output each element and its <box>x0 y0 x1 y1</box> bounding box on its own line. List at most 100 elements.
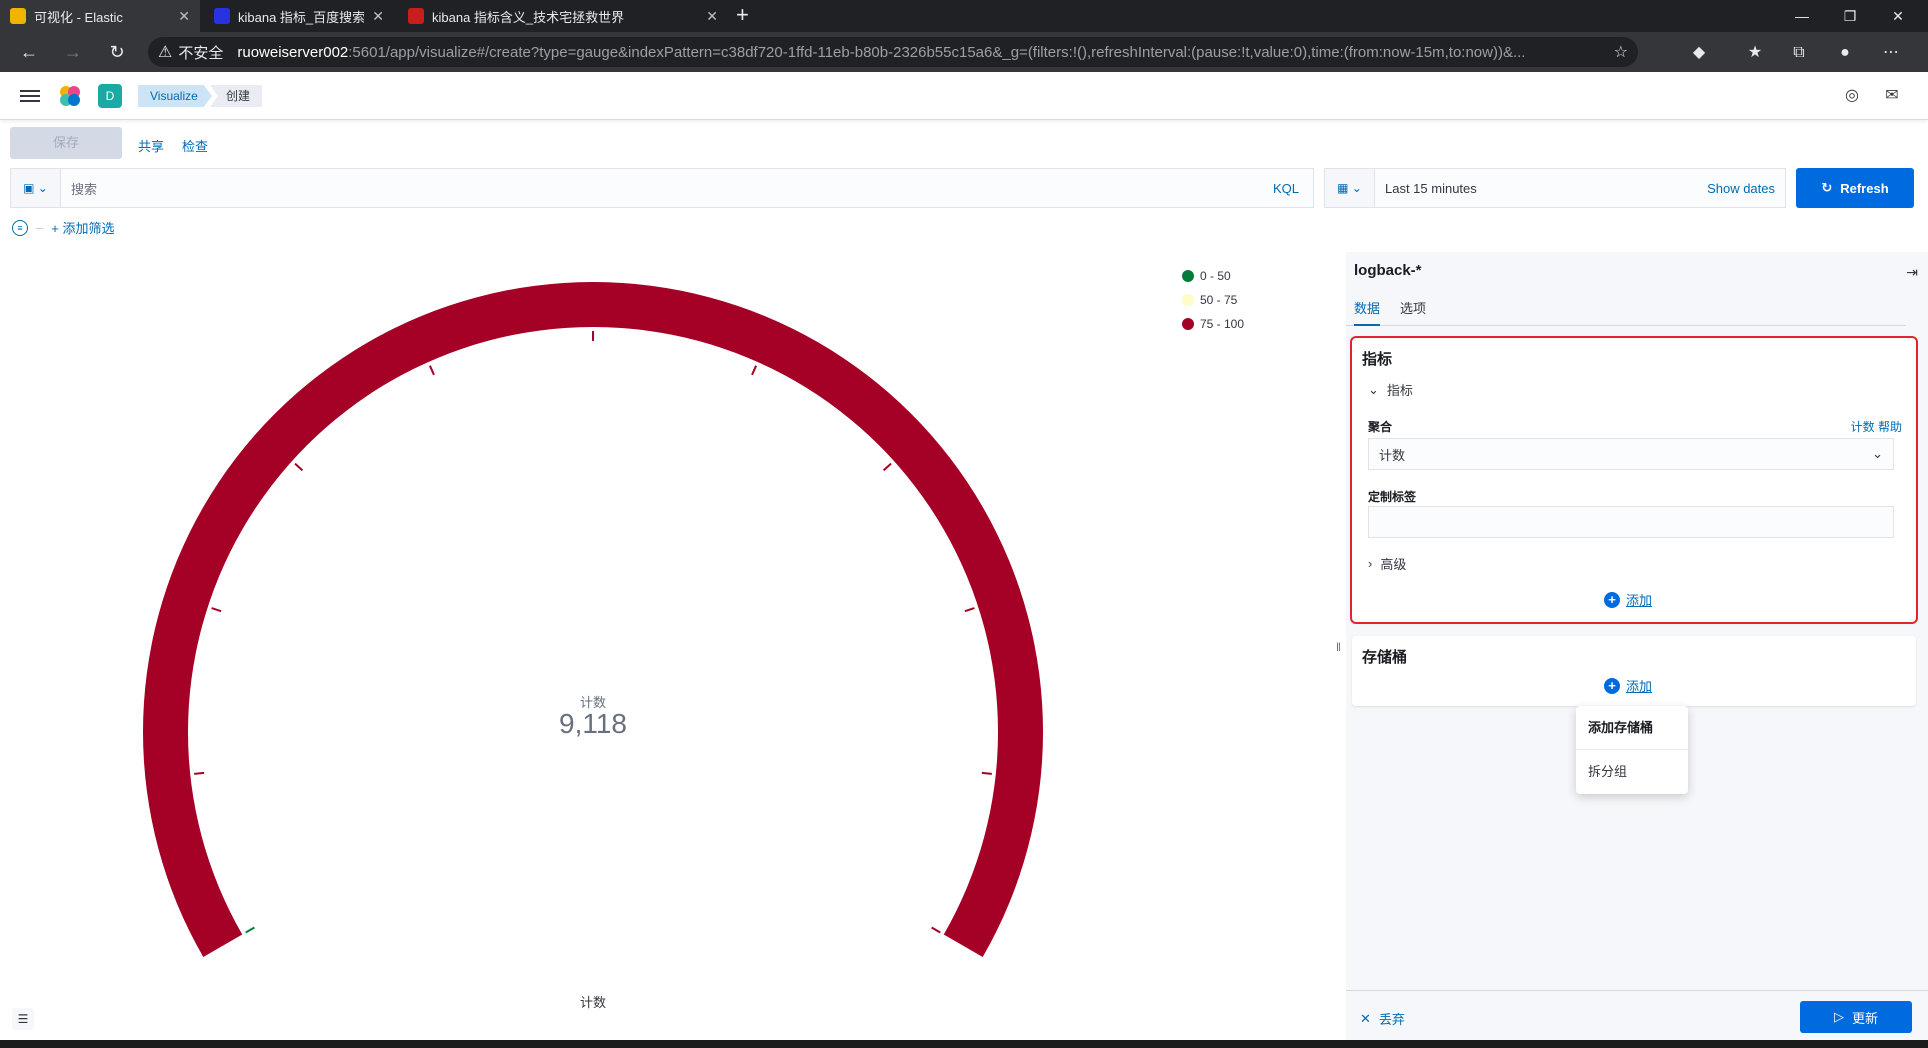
resize-handle-icon[interactable]: ‖ <box>1336 640 1341 654</box>
add-bucket-label: 添加 <box>1626 679 1653 694</box>
plus-circle-icon: + <box>1604 591 1620 608</box>
url-path: :5601/app/visualize#/create?type=gauge&i… <box>348 43 1526 61</box>
browser-tab-bar: 可视化 - Elastic ✕ kibana 指标_百度搜索 ✕ kibana … <box>0 0 1928 32</box>
save-button[interactable]: 保存 <box>10 127 122 159</box>
chevron-down-icon: ⌄ <box>1872 446 1883 461</box>
legend-dot-icon <box>1182 270 1194 282</box>
minimize-icon[interactable]: — <box>1778 0 1826 32</box>
new-tab-icon[interactable]: + <box>736 4 749 26</box>
legend-item[interactable]: 75 - 100 <box>1182 312 1244 336</box>
aggregation-label: 聚合 <box>1368 420 1393 434</box>
gauge-metric-value: 9,118 <box>559 708 627 739</box>
tab-data[interactable]: 数据 <box>1354 296 1381 326</box>
hamburger-menu-icon[interactable] <box>20 87 40 105</box>
buckets-title: 存储桶 <box>1362 649 1408 666</box>
add-bucket-button[interactable]: + 添加 <box>1604 676 1652 695</box>
custom-label-label: 定制标签 <box>1368 490 1417 504</box>
elastic-logo-icon[interactable] <box>58 84 82 108</box>
show-dates-link[interactable]: Show dates <box>1707 181 1785 196</box>
kibana-header: D Visualize 创建 ◎ ✉ <box>0 72 1928 120</box>
gauge-tick <box>931 926 941 934</box>
aggregation-help-link[interactable]: 计数 帮助 <box>1851 418 1902 435</box>
more-menu-icon[interactable]: ⋯ <box>1880 42 1902 64</box>
gauge-tick <box>428 365 435 376</box>
tab-title: kibana 指标含义_技术宅拯救世界 <box>432 9 625 25</box>
url-field[interactable]: ⚠ 不安全 ruoweiserver002 :5601/app/visualiz… <box>148 37 1638 67</box>
close-icon[interactable]: ✕ <box>178 8 190 25</box>
inspect-link[interactable]: 检查 <box>182 136 208 155</box>
add-bucket-menu: 添加存储桶 拆分组 <box>1576 706 1688 794</box>
forward-icon[interactable]: → <box>60 40 86 64</box>
profile-avatar-icon[interactable]: ● <box>1834 42 1856 64</box>
url-host: ruoweiserver002 <box>237 43 349 61</box>
filter-options-icon[interactable]: ≡ <box>12 219 28 236</box>
elastic-favicon-icon <box>10 8 26 24</box>
add-metric-label: 添加 <box>1626 593 1653 608</box>
bookmark-star-icon[interactable]: ☆ <box>1600 42 1628 62</box>
tab-visualize[interactable]: 可视化 - Elastic ✕ <box>0 0 200 32</box>
help-icon[interactable]: ◎ <box>1842 86 1862 106</box>
update-button[interactable]: ▷ 更新 <box>1800 1001 1912 1033</box>
calendar-icon[interactable]: ▦ ⌄ <box>1325 169 1375 207</box>
advanced-label: 高级 <box>1380 557 1407 572</box>
legend-item[interactable]: 0 - 50 <box>1182 264 1244 288</box>
legend-label: 75 - 100 <box>1200 317 1245 331</box>
collapse-sidebar-icon[interactable]: ⇥ <box>1906 264 1918 281</box>
extension-icon[interactable]: ◆ <box>1688 42 1710 64</box>
add-filter-link[interactable]: + 添加筛选 <box>51 218 114 237</box>
legend-toggle-icon[interactable]: ☰ <box>12 1008 34 1030</box>
gauge-chart <box>143 282 1043 958</box>
custom-label-input[interactable] <box>1368 506 1894 538</box>
gauge-arc[interactable] <box>143 282 1043 958</box>
space-avatar[interactable]: D <box>98 84 122 108</box>
update-label: 更新 <box>1851 1010 1878 1026</box>
reload-icon[interactable]: ↻ <box>104 40 130 64</box>
tab-baidu[interactable]: kibana 指标_百度搜索 ✕ <box>204 0 394 32</box>
aggregation-value: 计数 <box>1379 447 1406 463</box>
close-icon[interactable]: ✕ <box>706 8 718 25</box>
restore-icon[interactable]: ❐ <box>1826 0 1874 32</box>
add-metric-button[interactable]: + 添加 <box>1604 590 1652 609</box>
sidebar-tabs: 数据 选项 <box>1346 296 1906 326</box>
index-pattern-title: logback-* <box>1354 262 1422 279</box>
search-input[interactable]: 搜索 <box>61 179 1273 198</box>
discard-button[interactable]: ✕ 丢弃 <box>1360 1009 1405 1028</box>
newsfeed-mail-icon[interactable]: ✉ <box>1882 86 1902 106</box>
taskbar-strip <box>0 1040 1928 1048</box>
tab-title: kibana 指标_百度搜索 <box>238 9 365 25</box>
tab-options[interactable]: 选项 <box>1400 296 1426 326</box>
discard-label: 丢弃 <box>1378 1012 1405 1027</box>
sidebar-footer: ✕ 丢弃 ▷ 更新 <box>1346 990 1928 1042</box>
breadcrumb-visualize[interactable]: Visualize <box>138 85 212 107</box>
menu-item-split-group[interactable]: 拆分组 <box>1576 750 1688 794</box>
metric-item-label: 指标 <box>1386 383 1413 398</box>
advanced-toggle[interactable]: › 高级 <box>1368 554 1406 573</box>
gauge-tick <box>981 771 992 775</box>
legend-item[interactable]: 50 - 75 <box>1182 288 1244 312</box>
favorites-icon[interactable]: ★ <box>1744 42 1766 64</box>
date-picker: ▦ ⌄ Last 15 minutes Show dates <box>1324 168 1786 208</box>
tab-csdn[interactable]: kibana 指标含义_技术宅拯救世界 ✕ <box>398 0 728 32</box>
query-bar: ▣ ⌄ 搜索 KQL <box>10 168 1314 208</box>
play-icon: ▷ <box>1833 1009 1844 1024</box>
legend-label: 0 - 50 <box>1200 269 1231 283</box>
aggregation-select[interactable]: 计数 ⌄ <box>1368 438 1894 470</box>
filter-bar: ≡ – + 添加筛选 <box>12 218 114 237</box>
legend-label: 50 - 75 <box>1200 293 1238 307</box>
metric-accordion-toggle[interactable]: ⌄ 指标 <box>1368 380 1413 399</box>
collections-icon[interactable]: ⧉ <box>1788 42 1810 64</box>
filter-separator: – <box>36 220 44 235</box>
share-link[interactable]: 共享 <box>138 136 164 155</box>
refresh-button[interactable]: ↻ Refresh <box>1796 168 1914 208</box>
time-range-label[interactable]: Last 15 minutes <box>1375 181 1707 196</box>
menu-item-add-bucket[interactable]: 添加存储桶 <box>1576 706 1688 750</box>
gauge-tick <box>882 462 892 472</box>
baidu-favicon-icon <box>214 8 230 24</box>
window-close-icon[interactable]: ✕ <box>1874 0 1922 32</box>
close-icon[interactable]: ✕ <box>372 8 384 25</box>
back-icon[interactable]: ← <box>16 40 42 64</box>
kql-toggle[interactable]: KQL <box>1273 181 1313 196</box>
metrics-panel: 指标 ⌄ 指标 聚合 计数 帮助 计数 ⌄ 定制标签 › 高级 + 添加 <box>1350 336 1918 624</box>
saved-query-icon[interactable]: ▣ ⌄ <box>11 169 61 207</box>
insecure-label: 不安全 <box>178 44 224 62</box>
